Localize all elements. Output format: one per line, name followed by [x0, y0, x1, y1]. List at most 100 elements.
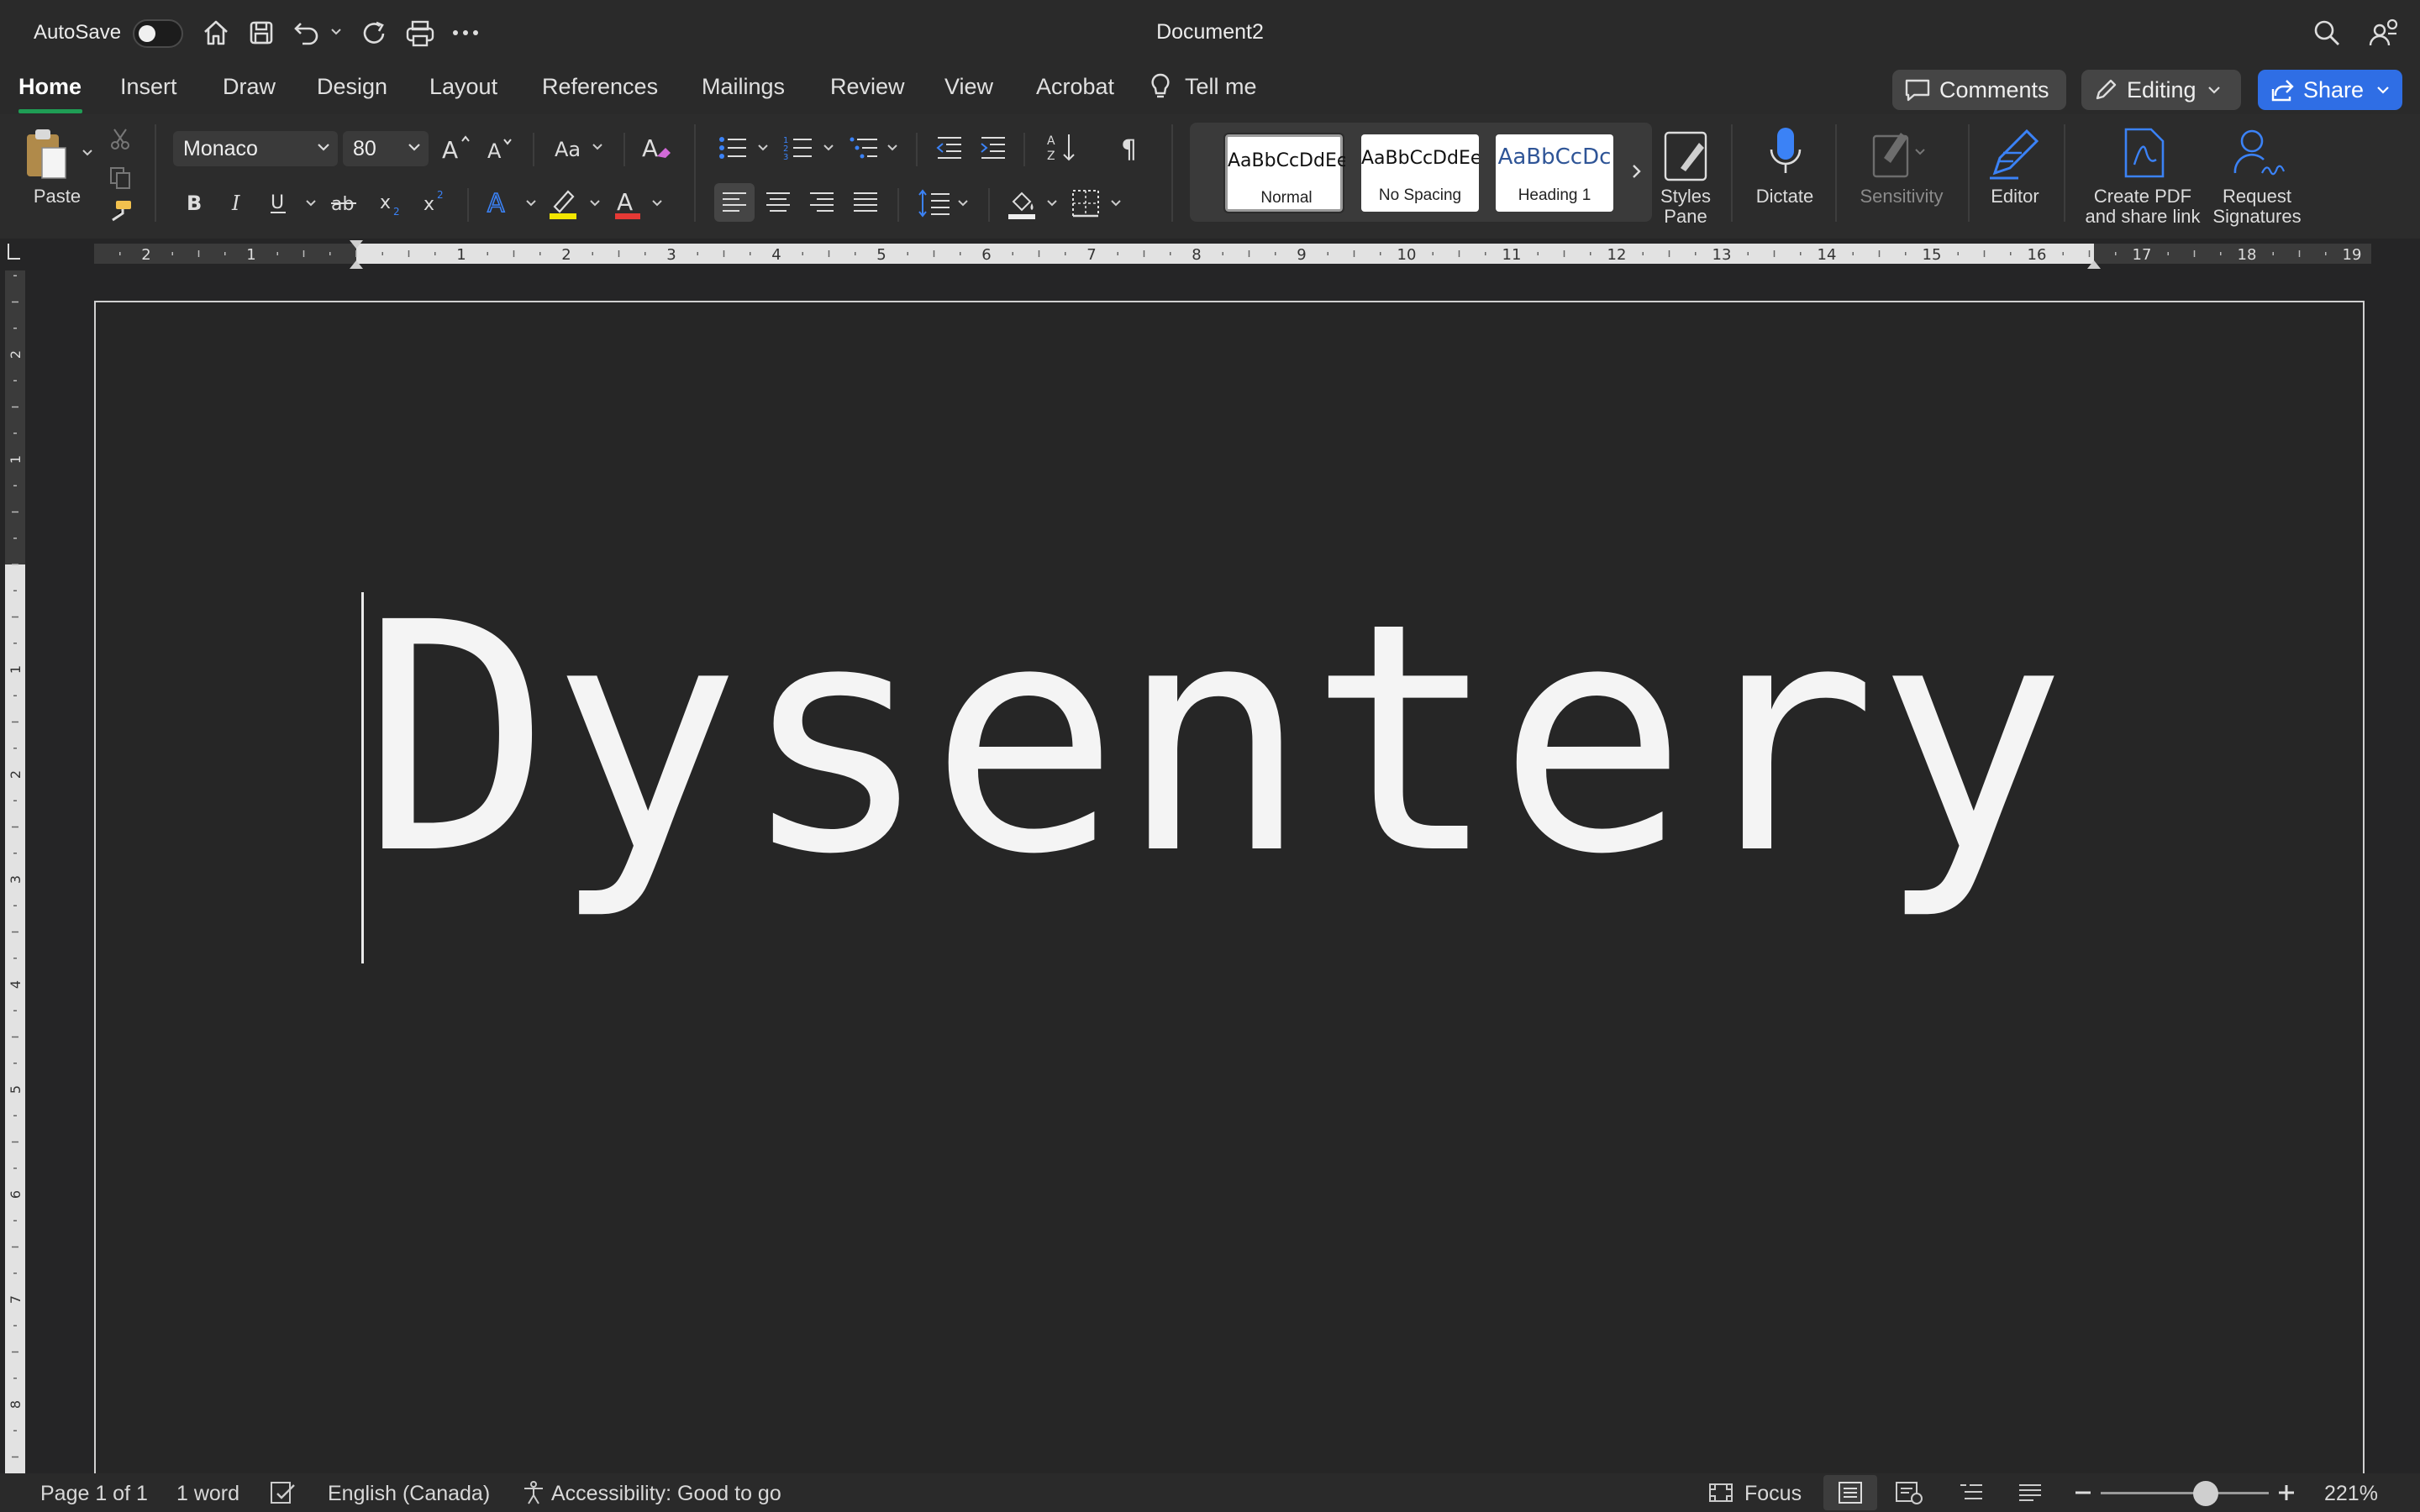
align-center-icon[interactable]: [761, 183, 795, 222]
text-effects-icon[interactable]: A: [486, 186, 516, 217]
ribbon-separator: [467, 188, 469, 222]
page-count[interactable]: Page 1 of 1: [40, 1482, 148, 1506]
styles-pane-icon[interactable]: [1660, 128, 1711, 183]
zoom-out-icon[interactable]: [2072, 1482, 2094, 1504]
create-pdf-line-2: and share link: [2085, 206, 2201, 227]
multilevel-list-icon[interactable]: [849, 133, 879, 163]
font-color-icon[interactable]: A: [613, 186, 644, 220]
share-label: Share: [2303, 76, 2365, 102]
tab-tell-me[interactable]: Tell me: [1185, 74, 1257, 100]
create-pdf-icon[interactable]: [2119, 126, 2170, 180]
tab-references[interactable]: References: [542, 74, 658, 100]
style-no-spacing[interactable]: AaBbCcDdEe No Spacing: [1361, 134, 1479, 212]
paste-icon[interactable]: [24, 126, 74, 185]
editor-icon[interactable]: [1985, 124, 2044, 183]
text-effects-chevron-icon[interactable]: [524, 197, 538, 210]
draft-view-icon[interactable]: [2017, 1480, 2044, 1505]
horizontal-ruler[interactable]: 2 1 1 2 3 4 5 6 7 8 9 10 11 12 13 14 15 16 17 18 19: [0, 239, 2420, 270]
paste-options-chevron-icon[interactable]: [81, 146, 94, 160]
outline-view-icon[interactable]: [1958, 1480, 1985, 1505]
clear-formatting-icon[interactable]: A: [640, 133, 674, 163]
request-signatures-line-2: Signatures: [2212, 206, 2302, 227]
numbering-icon[interactable]: 123: [783, 133, 813, 163]
document-body-text[interactable]: Dysentery: [361, 571, 2066, 907]
tab-acrobat[interactable]: Acrobat: [1036, 74, 1114, 100]
italic-icon[interactable]: I: [227, 190, 250, 215]
highlight-color-icon[interactable]: [548, 186, 581, 220]
strikethrough-icon[interactable]: ab: [329, 190, 360, 215]
ribbon-separator: [916, 133, 918, 166]
word-count[interactable]: 1 word: [176, 1482, 239, 1506]
tab-home[interactable]: Home: [18, 74, 82, 100]
tab-review[interactable]: Review: [830, 74, 905, 100]
ruler-label: 13: [1712, 246, 1732, 264]
superscript-icon[interactable]: x2: [422, 188, 449, 217]
zoom-in-icon[interactable]: [2275, 1482, 2297, 1504]
focus-mode-button[interactable]: Focus: [1744, 1482, 1802, 1506]
highlight-chevron-icon[interactable]: [588, 197, 602, 210]
font-name-dropdown[interactable]: Monaco: [173, 131, 338, 166]
subscript-icon[interactable]: x2: [378, 190, 405, 218]
copy-icon[interactable]: [108, 165, 133, 190]
create-pdf-line-1: Create PDF: [2093, 186, 2192, 207]
styles-more-chevron-icon[interactable]: [1628, 161, 1645, 181]
shrink-font-icon[interactable]: A: [486, 134, 516, 163]
tab-insert[interactable]: Insert: [120, 74, 177, 100]
zoom-level[interactable]: 221%: [2324, 1482, 2378, 1506]
shading-icon[interactable]: [1007, 186, 1040, 220]
print-layout-icon[interactable]: [1837, 1480, 1864, 1505]
sort-icon[interactable]: AZ: [1045, 131, 1079, 165]
vertical-ruler[interactable]: 2 1 1 2 3 4 5 6 7 8: [0, 270, 29, 1473]
increase-indent-icon[interactable]: [978, 133, 1008, 163]
line-spacing-chevron-icon[interactable]: [956, 197, 970, 210]
justify-icon[interactable]: [849, 183, 882, 222]
tab-design[interactable]: Design: [317, 74, 387, 100]
bold-icon[interactable]: B: [183, 190, 207, 215]
style-normal[interactable]: AaBbCcDdEe Normal: [1223, 133, 1345, 213]
shading-chevron-icon[interactable]: [1045, 197, 1059, 210]
sensitivity-icon[interactable]: [1867, 124, 1926, 180]
bullets-chevron-icon[interactable]: [756, 141, 770, 155]
tab-view[interactable]: View: [944, 74, 993, 100]
decrease-indent-icon[interactable]: [934, 133, 965, 163]
zoom-slider-track[interactable]: [2101, 1492, 2269, 1494]
comments-button[interactable]: Comments: [1892, 70, 2066, 110]
borders-icon[interactable]: [1071, 188, 1101, 218]
account-icon[interactable]: [2368, 17, 2400, 49]
web-layout-icon[interactable]: [1894, 1480, 1924, 1505]
borders-chevron-icon[interactable]: [1109, 197, 1123, 210]
title-bar: AutoSave Document2: [0, 0, 2420, 67]
change-case-icon[interactable]: Aa: [553, 134, 607, 163]
style-heading-1[interactable]: AaBbCcDc Heading 1: [1496, 134, 1613, 212]
font-size-dropdown[interactable]: 80: [343, 131, 429, 166]
tab-layout[interactable]: Layout: [429, 74, 497, 100]
format-painter-icon[interactable]: [106, 198, 134, 223]
bullets-icon[interactable]: [718, 133, 748, 163]
microphone-icon[interactable]: [1765, 124, 1807, 183]
share-button[interactable]: Share: [2258, 70, 2402, 110]
line-spacing-icon[interactable]: [918, 186, 951, 220]
language-status[interactable]: English (Canada): [328, 1482, 490, 1506]
proofing-icon[interactable]: [269, 1480, 297, 1505]
zoom-slider-thumb[interactable]: [2193, 1481, 2218, 1506]
ribbon-separator: [1968, 124, 1970, 222]
underline-options-chevron-icon[interactable]: [304, 197, 318, 210]
tab-mailings[interactable]: Mailings: [702, 74, 785, 100]
font-color-chevron-icon[interactable]: [650, 197, 664, 210]
editing-mode-button[interactable]: Editing: [2081, 70, 2241, 110]
underline-icon[interactable]: U: [267, 190, 291, 215]
request-signatures-icon[interactable]: [2228, 126, 2287, 180]
chevron-down-icon: [316, 139, 331, 155]
align-left-button[interactable]: [714, 183, 755, 222]
align-right-icon[interactable]: [805, 183, 839, 222]
ruler-label: 3: [666, 246, 676, 264]
grow-font-icon[interactable]: A: [440, 133, 474, 163]
cut-icon[interactable]: [108, 126, 133, 151]
numbering-chevron-icon[interactable]: [822, 141, 835, 155]
tab-draw[interactable]: Draw: [223, 74, 276, 100]
multilevel-chevron-icon[interactable]: [886, 141, 899, 155]
accessibility-status[interactable]: Accessibility: Good to go: [551, 1482, 781, 1506]
search-icon[interactable]: [2312, 18, 2341, 47]
show-formatting-marks-icon[interactable]: ¶: [1119, 133, 1144, 163]
styles-pane-label: Styles Pane: [1652, 186, 1719, 227]
